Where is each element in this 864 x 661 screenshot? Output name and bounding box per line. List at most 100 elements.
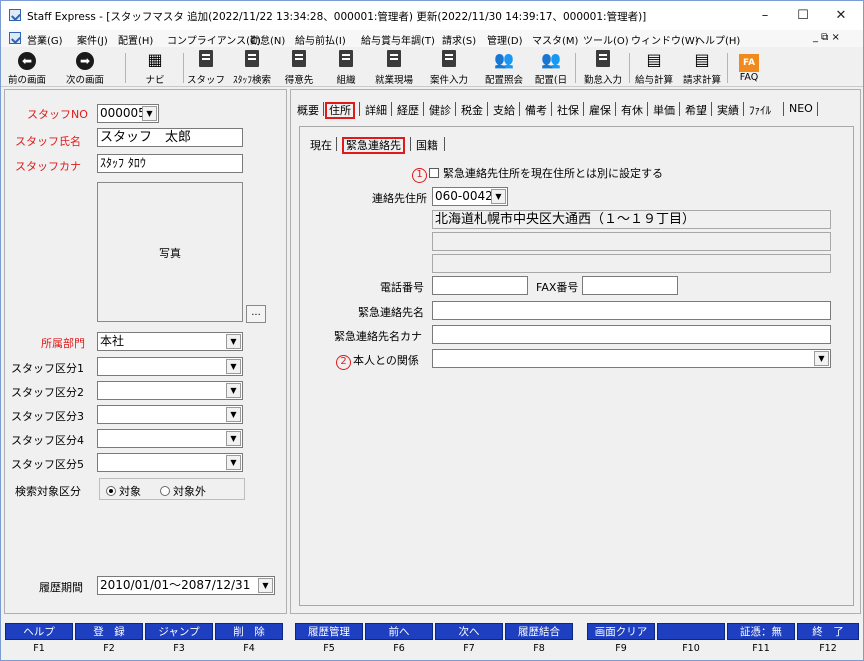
tab-yukyu[interactable]: 有休 [621,102,643,118]
kintai-input-button[interactable]: 勤怠入力 [579,47,627,87]
tab-keireki[interactable]: 経歴 [397,102,419,118]
chevron-down-icon[interactable]: ▼ [226,407,241,422]
navi-button[interactable]: ▦ ナビ [135,47,175,87]
shugyo-genba-button[interactable]: 就業現場 [369,47,419,87]
toolbar-separator [183,53,184,83]
menu-item-help[interactable]: ヘルプ(H) [695,32,740,47]
f12-exit-button[interactable]: 終 了 F12 [796,619,860,659]
tab-zeikin[interactable]: 税金 [461,102,483,118]
menu-item-compliance[interactable]: コンプライアンス(C) [167,32,261,47]
tel-field[interactable] [432,276,528,295]
tab-shikyu[interactable]: 支給 [493,102,515,118]
haichi-day-button[interactable]: 👥 配置(日 [531,47,571,87]
chevron-down-icon[interactable]: ▼ [226,383,241,398]
child-window-icon[interactable] [9,32,21,44]
tab-file[interactable]: ﾌｧｲﾙ [749,102,771,118]
photo-browse-button[interactable]: ... [246,305,266,323]
address-subpanel: 現在 緊急連絡先 国籍 1 緊急連絡先住所を現在住所とは別に設定する 連絡先住所 … [299,126,854,606]
f10-button[interactable]: F10 [656,619,726,659]
staff-search-button[interactable]: ｽﾀｯﾌ検索 [229,47,275,87]
menu-item-window[interactable]: ウィンドウ(W) [631,32,699,47]
period-select[interactable]: 2010/01/01～2087/12/31 ▼ [97,576,275,595]
f3-jump-button[interactable]: ジャンプ F3 [144,619,214,659]
kubun1-select[interactable]: ▼ [97,357,243,376]
dept-select[interactable]: 本社 ▼ [97,332,243,351]
chevron-down-icon[interactable]: ▼ [226,359,241,374]
f2-register-button[interactable]: 登 録 F2 [74,619,144,659]
chevron-down-icon[interactable]: ▼ [491,189,506,204]
back-button[interactable]: ⬅ 前の画面 [3,47,51,87]
chevron-down-icon[interactable]: ▼ [142,106,157,121]
maximize-button[interactable]: ☐ [783,5,823,27]
kubun2-select[interactable]: ▼ [97,381,243,400]
minimize-button[interactable]: – [745,5,785,27]
close-button[interactable]: ✕ [821,5,861,27]
seikyu-calc-button[interactable]: ▤ 請求計算 [679,47,725,87]
anken-input-button[interactable]: 案件入力 [423,47,475,87]
menu-item-anken[interactable]: 案件(J) [77,32,108,47]
menu-item-master[interactable]: マスタ(M) [532,32,578,47]
staff-no-select[interactable]: 000005 ▼ [97,104,159,123]
f7-next-button[interactable]: 次へ F7 [434,619,504,659]
tab-jisseki[interactable]: 実績 [717,102,739,118]
menu-item-eigyo[interactable]: 営業(G) [27,32,63,47]
f9-clear-button[interactable]: 画面クリア F9 [586,619,656,659]
tab-kibo[interactable]: 希望 [685,102,707,118]
forward-button[interactable]: ➡ 次の画面 [59,47,111,87]
subtab-genzai[interactable]: 現在 [310,137,332,153]
faq-button[interactable]: FA FAQ [731,47,767,87]
haichi-shokai-button[interactable]: 👥 配置照会 [479,47,529,87]
tab-separator [423,102,424,116]
contact-name-field[interactable] [432,301,831,320]
radio-non-target[interactable]: 対象外 [160,483,206,499]
staff-name-field[interactable]: スタッフ 太郎 [97,128,243,147]
staff-button[interactable]: スタッフ [187,47,225,87]
f5-history-button[interactable]: 履歴管理 F5 [294,619,364,659]
tab-biko[interactable]: 備考 [525,102,547,118]
kubun1-label: スタッフ区分1 [11,362,84,375]
search-target-label: 検索対象区分 [15,485,81,498]
kubun3-select[interactable]: ▼ [97,405,243,424]
chevron-down-icon[interactable]: ▼ [258,578,273,593]
tab-separator [359,102,360,116]
zip-select[interactable]: 060-0042 ▼ [432,187,508,206]
menu-item-kanri[interactable]: 管理(D) [487,32,523,47]
contact-kana-field[interactable] [432,325,831,344]
tokuisaki-button[interactable]: 得意先 [279,47,319,87]
radio-target[interactable]: 対象 [106,483,141,499]
f4-delete-button[interactable]: 削 除 F4 [214,619,284,659]
chevron-down-icon[interactable]: ▼ [226,455,241,470]
kyuyo-calc-button[interactable]: ▤ 給与計算 [631,47,677,87]
tab-koho[interactable]: 雇保 [589,102,611,118]
staff-kana-field[interactable]: ｽﾀｯﾌ ﾀﾛｳ [97,154,243,173]
subtab-emergency[interactable]: 緊急連絡先 [342,137,405,154]
tab-gaiyo[interactable]: 概要 [297,102,319,118]
tab-shaho[interactable]: 社保 [557,102,579,118]
tab-tanka[interactable]: 単価 [653,102,675,118]
mdi-window-controls[interactable]: _ ⧉ × [813,32,840,43]
separate-address-checkbox[interactable]: 1 緊急連絡先住所を現在住所とは別に設定する [412,165,663,183]
f8-history-merge-button[interactable]: 履歴結合 F8 [504,619,574,659]
f6-prev-button[interactable]: 前へ F6 [364,619,434,659]
f11-evidence-button[interactable]: 証憑：無 F11 [726,619,796,659]
menu-item-kyuyo[interactable]: 給与賞与年調(T) [361,32,435,47]
menu-item-kintai[interactable]: 勤怠(N) [250,32,285,47]
relation-select[interactable]: ▼ [432,349,831,368]
kubun4-select[interactable]: ▼ [97,429,243,448]
tab-jusho[interactable]: 住所 [325,102,355,119]
chevron-down-icon[interactable]: ▼ [814,351,829,366]
f1-help-button[interactable]: ヘルプ F1 [4,619,74,659]
menu-item-tool[interactable]: ツール(O) [583,32,629,47]
tab-shosai[interactable]: 詳細 [365,102,387,118]
tab-neo[interactable]: NEO [789,102,813,115]
menu-item-seikyu[interactable]: 請求(S) [442,32,476,47]
chevron-down-icon[interactable]: ▼ [226,334,241,349]
subtab-kokuseki[interactable]: 国籍 [416,137,438,153]
tab-kenshin[interactable]: 健診 [429,102,451,118]
menu-item-maebarai[interactable]: 給与前払(I) [295,32,346,47]
kubun5-select[interactable]: ▼ [97,453,243,472]
menu-item-haichi[interactable]: 配置(H) [118,32,153,47]
soshiki-button[interactable]: 組織 [327,47,365,87]
chevron-down-icon[interactable]: ▼ [226,431,241,446]
fax-field[interactable] [582,276,678,295]
